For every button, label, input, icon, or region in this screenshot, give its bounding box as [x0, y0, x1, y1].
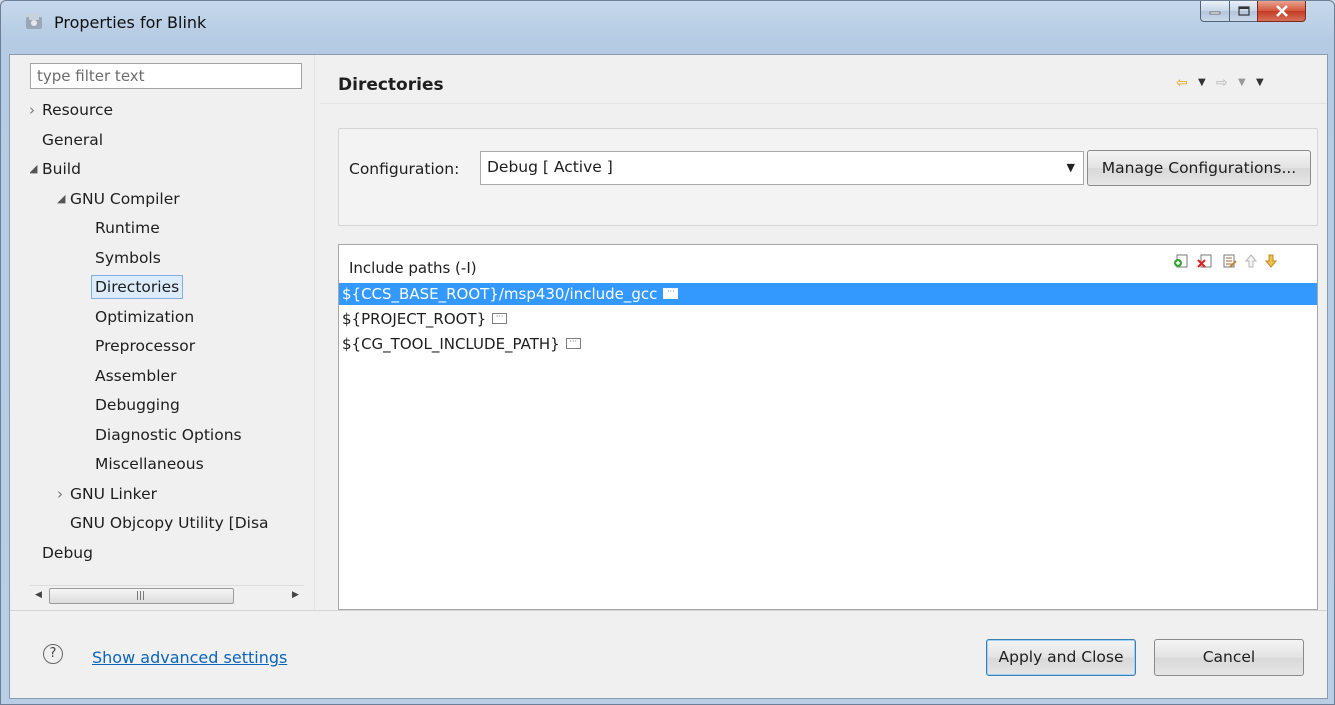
tree-item[interactable]: › GNU Linker — [57, 481, 157, 507]
tree-item-label: Debugging — [95, 396, 180, 414]
tree-item[interactable]: Debug — [42, 540, 93, 566]
tree-item[interactable]: Preprocessor — [95, 333, 195, 359]
tree-item[interactable]: Runtime — [95, 215, 160, 241]
tree-item-label: GNU Objcopy Utility [Disa — [70, 514, 269, 532]
minimize-button[interactable] — [1200, 1, 1230, 22]
tree-item-label: General — [42, 130, 104, 149]
help-icon[interactable]: ? — [43, 644, 63, 664]
configuration-value: Debug [ Active ] — [487, 158, 613, 176]
tree-item[interactable]: Debugging — [95, 392, 180, 418]
include-paths-header: Include paths (-I) — [339, 245, 1317, 281]
tree-item[interactable]: Assembler — [95, 363, 176, 389]
tree-item-label: GNU Linker — [70, 484, 157, 503]
tree-item[interactable]: ◢ Build — [30, 156, 81, 182]
grip-icon: ||| — [136, 591, 146, 601]
maximize-button[interactable] — [1229, 1, 1258, 22]
include-path-row[interactable]: ${CCS_BASE_ROOT}/msp430/include_gcc ··· — [339, 283, 1317, 305]
include-path-row[interactable]: ${PROJECT_ROOT} ··· — [339, 308, 1317, 330]
tree-item[interactable]: Directories — [91, 274, 184, 300]
title-bar[interactable]: Properties for Blink — [1, 1, 1334, 47]
tree-item[interactable]: Miscellaneous — [95, 451, 204, 477]
tree-item[interactable]: Diagnostic Options — [95, 422, 242, 448]
tree-item[interactable]: GNU Objcopy Utility [Disa — [70, 510, 269, 536]
scrollbar-thumb[interactable]: ||| — [49, 588, 234, 604]
tree-item-label: Optimization — [95, 307, 195, 326]
property-tree: ›ResourceGeneral◢Build◢GNU CompilerRunti… — [30, 95, 304, 582]
forward-dropdown-icon[interactable]: ▼ — [1238, 73, 1246, 93]
delete-path-icon[interactable] — [1197, 253, 1213, 269]
include-paths-title: Include paths (-I) — [349, 259, 477, 277]
add-path-icon[interactable] — [1173, 253, 1189, 269]
close-icon — [1275, 5, 1288, 17]
ellipsis-icon[interactable]: ··· — [663, 288, 679, 299]
scroll-left-arrow-icon[interactable]: ◀ — [30, 586, 47, 604]
back-dropdown-icon[interactable]: ▼ — [1198, 73, 1206, 93]
tree-item-label: GNU Compiler — [70, 189, 180, 208]
tree-item-label: Build — [42, 160, 81, 178]
tree-item[interactable]: ◢ GNU Compiler — [57, 186, 180, 212]
ellipsis-icon[interactable]: ··· — [565, 338, 581, 349]
tree-item-label: Miscellaneous — [95, 455, 204, 473]
close-button[interactable] — [1257, 1, 1306, 22]
maximize-icon — [1237, 6, 1250, 16]
configuration-label: Configuration: — [349, 160, 460, 178]
tree-item-label: Diagnostic Options — [95, 425, 242, 444]
edit-path-icon[interactable] — [1221, 253, 1237, 269]
view-menu-icon[interactable]: ▼ — [1256, 73, 1264, 93]
dialog-client-area: ›ResourceGeneral◢Build◢GNU CompilerRunti… — [9, 54, 1328, 699]
tree-item-label: Preprocessor — [95, 337, 196, 355]
collapsed-twisty-icon[interactable]: › — [57, 481, 69, 507]
tree-item[interactable]: General — [42, 127, 103, 153]
show-advanced-settings-link[interactable]: Show advanced settings — [92, 648, 287, 667]
move-up-icon[interactable] — [1243, 253, 1259, 269]
tree-item-label: Debug — [42, 543, 93, 562]
expanded-twisty-icon[interactable]: ◢ — [57, 186, 69, 212]
include-path-row[interactable]: ${CG_TOOL_INCLUDE_PATH} ··· — [339, 333, 1317, 355]
page-title: Directories — [338, 75, 444, 95]
tree-item[interactable]: Optimization — [95, 304, 194, 330]
expanded-twisty-icon[interactable]: ◢ — [30, 156, 41, 182]
filter-input[interactable] — [30, 63, 302, 89]
tree-item-label: Runtime — [95, 219, 160, 237]
ellipsis-icon[interactable]: ··· — [492, 313, 508, 324]
title-separator — [320, 103, 1327, 104]
collapsed-twisty-icon[interactable]: › — [30, 97, 41, 123]
directories-page: Directories ⇦ ▼ ⇨ ▼ ▼ Configuration: Deb… — [320, 55, 1327, 610]
tree-item-label: Directories — [91, 275, 184, 299]
configuration-panel: Configuration: Debug [ Active ] ▼ Manage… — [338, 128, 1318, 226]
scroll-right-arrow-icon[interactable]: ▶ — [287, 586, 304, 604]
tree-item-label: Symbols — [95, 248, 161, 267]
chevron-down-icon: ▼ — [1066, 161, 1075, 174]
include-path-text: ${PROJECT_ROOT} — [342, 310, 487, 328]
app-icon — [26, 14, 42, 29]
move-down-icon[interactable] — [1263, 253, 1279, 269]
manage-configurations-button[interactable]: Manage Configurations... — [1087, 150, 1311, 186]
tree-horizontal-scrollbar[interactable]: ◀ ||| ▶ — [30, 585, 304, 604]
cancel-button[interactable]: Cancel — [1154, 639, 1304, 676]
page-navigation: ⇦ ▼ ⇨ ▼ ▼ — [1176, 73, 1326, 93]
include-path-text: ${CCS_BASE_ROOT}/msp430/include_gcc — [342, 285, 658, 303]
apply-and-close-button[interactable]: Apply and Close — [986, 639, 1136, 676]
back-arrow-icon[interactable]: ⇦ — [1176, 73, 1188, 93]
tree-item-label: Assembler — [95, 366, 177, 385]
footer-separator — [10, 610, 1327, 611]
include-path-text: ${CG_TOOL_INCLUDE_PATH} — [342, 335, 560, 353]
tree-item[interactable]: ›Resource — [30, 97, 114, 123]
properties-dialog: Properties for Blink ›ResourceGeneral◢Bu… — [0, 0, 1335, 705]
forward-arrow-icon[interactable]: ⇨ — [1216, 73, 1228, 93]
tree-item-label: Resource — [42, 101, 114, 119]
minimize-icon — [1209, 11, 1221, 15]
include-paths-panel: Include paths (-I) ${CCS_BASE_ROOT}/msp4… — [338, 244, 1318, 610]
tree-item[interactable]: Symbols — [95, 245, 161, 271]
configuration-select[interactable]: Debug [ Active ] ▼ — [480, 151, 1084, 185]
window-title: Properties for Blink — [54, 13, 207, 32]
